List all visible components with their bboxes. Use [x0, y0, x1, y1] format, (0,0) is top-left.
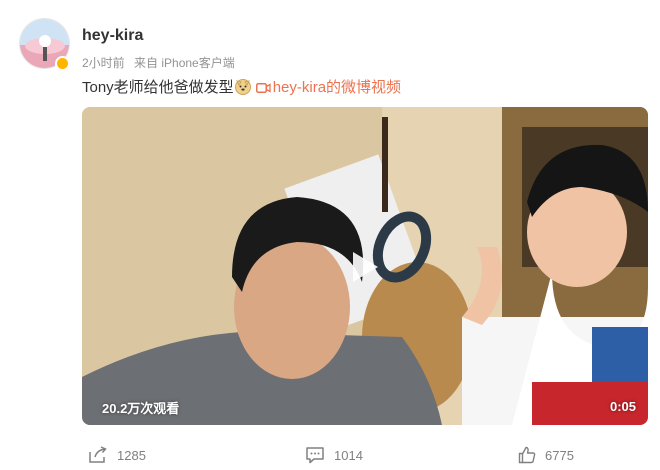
- doge-emoji-icon: [234, 79, 251, 95]
- post-body: Tony老师给他爸做发型: [82, 79, 234, 96]
- post-time[interactable]: 2小时前: [82, 56, 125, 70]
- share-icon: [89, 446, 107, 463]
- view-count: 20.2万次观看: [102, 401, 180, 416]
- comment-button[interactable]: 1014: [305, 446, 363, 464]
- post-source: 来自 iPhone客户端: [134, 56, 235, 70]
- video-link-label: hey-kira的微博视频: [272, 79, 402, 96]
- video-link[interactable]: hey-kira的微博视频: [252, 79, 401, 96]
- like-button[interactable]: 6775: [518, 446, 574, 464]
- verified-badge-icon: [55, 56, 70, 71]
- video-duration: 0:05: [609, 399, 636, 414]
- video-camera-icon: [255, 83, 271, 93]
- thumbs-up-icon: [518, 446, 536, 464]
- comment-icon: [306, 447, 324, 464]
- username[interactable]: hey-kira: [82, 27, 143, 45]
- play-icon[interactable]: [344, 247, 384, 287]
- like-count: 6775: [545, 447, 574, 463]
- post-meta: 2小时前 来自 iPhone客户端: [82, 54, 241, 71]
- post-text: Tony老师给他爸做发型 hey-kira的微博视频: [82, 76, 401, 97]
- video-player[interactable]: 20.2万次观看 0:05: [82, 107, 648, 425]
- repost-button[interactable]: 1285: [88, 446, 146, 464]
- comment-count: 1014: [334, 447, 363, 463]
- repost-count: 1285: [117, 447, 146, 463]
